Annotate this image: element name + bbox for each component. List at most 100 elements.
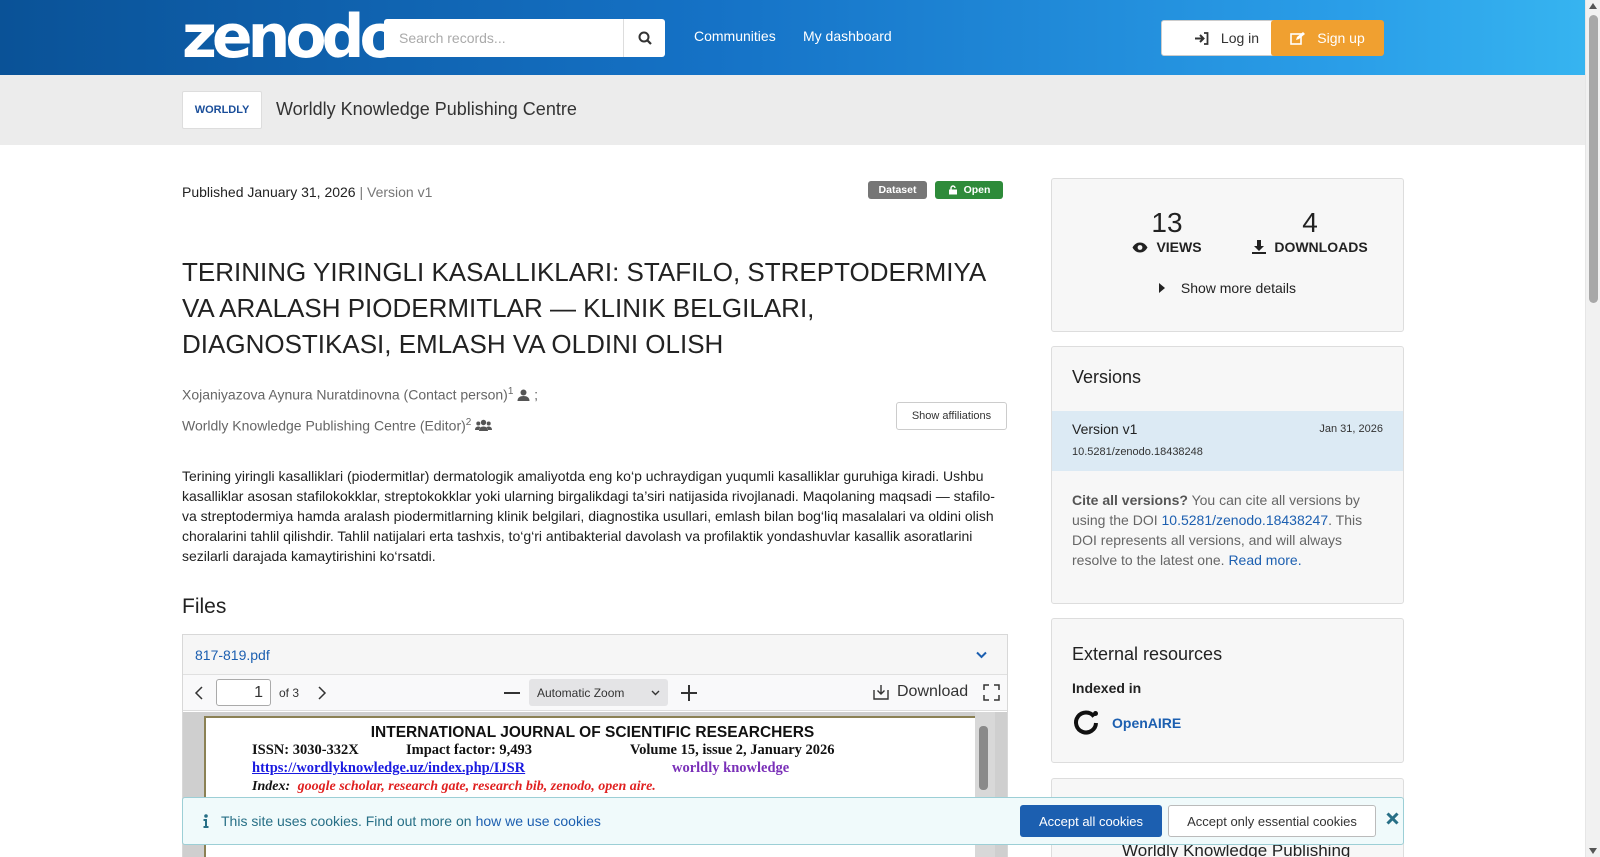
fullscreen-icon[interactable]	[983, 684, 1000, 701]
cite-all-bold: Cite all versions?	[1072, 492, 1188, 508]
indexed-in-label: Indexed in	[1072, 680, 1142, 696]
version-item-doi: 10.5281/zenodo.18438248	[1072, 446, 1203, 458]
stats-card: 13 VIEWS 4 DOWNLOADS Show more details	[1051, 178, 1404, 332]
badge-type-label: Dataset	[878, 184, 917, 196]
login-label: Log in	[1220, 30, 1260, 46]
community-logo[interactable]: WORLDLY	[182, 91, 262, 129]
next-page-icon[interactable]	[317, 686, 327, 700]
access-badge: Open	[935, 181, 1003, 199]
creators-list: Xojaniyazova Aynura Nuratdinovna (Contac…	[182, 378, 538, 439]
signup-button[interactable]: Sign up	[1271, 20, 1384, 56]
file-preview-header[interactable]: 817-819.pdf	[183, 635, 1007, 675]
search-icon	[638, 31, 652, 45]
pdf-index-row: Index: google scholar, research gate, re…	[252, 778, 933, 796]
pdf-brand: worldly knowledge	[672, 760, 790, 776]
cookie-policy-link[interactable]: how we use cookies	[476, 813, 601, 829]
record-abstract: Terining yiringli kasalliklari (piodermi…	[182, 468, 995, 564]
zenodo-logo[interactable]: zenodo	[182, 6, 401, 68]
pdf-url-row: https://wordlyknowledge.uz/index.php/IJS…	[252, 760, 933, 778]
page-number-input[interactable]: 1	[216, 679, 271, 706]
previous-page-icon[interactable]	[194, 686, 204, 700]
creator-affil-ref: 1	[507, 386, 514, 397]
downloads-count: 4	[1302, 207, 1318, 238]
zoom-in-icon[interactable]	[681, 685, 697, 701]
external-resources-card: External resources Indexed in OpenAIRE	[1051, 618, 1404, 763]
pdf-impact: Impact factor: 9,493	[406, 742, 533, 758]
badge-access-label: Open	[963, 184, 991, 196]
record-title: TERINING YIRINGLI KASALLIKLARI: STAFILO,…	[182, 257, 985, 359]
openaire-link[interactable]: OpenAIRE	[1072, 709, 1181, 737]
unlock-icon	[948, 185, 957, 195]
show-affiliations-button[interactable]: Show affiliations	[896, 402, 1007, 430]
views-label-row: VIEWS	[1112, 239, 1222, 255]
scroll-down-arrow[interactable]	[1589, 848, 1597, 854]
creator-name[interactable]: Worldly Knowledge Publishing Centre (Edi…	[182, 417, 466, 433]
nav-communities[interactable]: Communities	[694, 28, 776, 44]
top-navbar: zenodo Communities My dashboard Log in S…	[0, 0, 1585, 75]
pdf-toolbar: 1 of 3 Automatic Zoom Download	[183, 675, 1007, 711]
zoom-out-icon[interactable]	[504, 692, 520, 694]
community-name[interactable]: Worldly Knowledge Publishing Centre	[276, 99, 577, 120]
creator-item: Worldly Knowledge Publishing Centre (Edi…	[182, 409, 538, 440]
scroll-up-arrow[interactable]	[1589, 3, 1597, 9]
views-count: 13	[1151, 207, 1183, 238]
search-button[interactable]	[623, 19, 665, 57]
openaire-label: OpenAIRE	[1112, 715, 1182, 731]
pdf-download-label: Download	[897, 683, 969, 700]
page-scrollbar-thumb[interactable]	[1589, 15, 1598, 303]
creator-name[interactable]: Xojaniyazova Aynura Nuratdinovna (Contac…	[182, 387, 508, 403]
versions-heading: Versions	[1072, 367, 1142, 387]
eye-icon	[1132, 242, 1148, 252]
pdf-journal-title: INTERNATIONAL JOURNAL OF SCIENTIFIC RESE…	[370, 724, 815, 741]
resource-type-badge: Dataset	[868, 181, 927, 199]
caret-right-icon	[1158, 283, 1165, 293]
downloads-label-row: DOWNLOADS	[1240, 239, 1380, 255]
download-icon	[873, 685, 889, 700]
sign-in-icon	[1194, 31, 1209, 45]
version-item-label[interactable]: Version v1	[1072, 421, 1137, 437]
creator-item: Xojaniyazova Aynura Nuratdinovna (Contac…	[182, 378, 538, 409]
views-label: VIEWS	[1156, 239, 1202, 255]
file-name-link[interactable]: 817-819.pdf	[195, 647, 270, 663]
concept-doi-link[interactable]: 10.5281/zenodo.18438247	[1162, 512, 1329, 528]
close-icon[interactable]	[1386, 812, 1399, 825]
show-more-label: Show more details	[1180, 280, 1297, 296]
version-label: | Version v1	[359, 184, 433, 200]
external-resources-heading: External resources	[1072, 644, 1223, 664]
views-stat: 13 VIEWS	[1112, 207, 1222, 255]
version-item-date: Jan 31, 2026	[1319, 423, 1383, 435]
chevron-down-icon	[651, 690, 660, 695]
download-icon	[1252, 240, 1267, 254]
cookie-message: This site uses cookies. Find out more on	[221, 813, 472, 829]
pdf-scrollbar-thumb[interactable]	[979, 726, 988, 790]
info-icon	[203, 814, 209, 828]
nav-my-dashboard[interactable]: My dashboard	[803, 28, 892, 44]
downloads-stat: 4 DOWNLOADS	[1240, 207, 1380, 255]
pdf-url[interactable]: https://wordlyknowledge.uz/index.php/IJS…	[252, 760, 525, 777]
search-input[interactable]	[384, 19, 623, 57]
read-more-link[interactable]: Read more.	[1228, 552, 1301, 568]
versions-card: Versions Version v1 Jan 31, 2026 10.5281…	[1051, 346, 1404, 604]
group-icon	[475, 420, 493, 432]
pdf-index-label: Index:	[252, 779, 291, 794]
creator-affil-ref: 2	[465, 416, 472, 428]
page-count: of 3	[279, 686, 300, 700]
show-more-details[interactable]: Show more details	[1052, 280, 1403, 296]
pdf-index-list: google scholar, research gate, research …	[297, 779, 656, 794]
cookie-banner: This site uses cookies. Find out more on…	[182, 797, 1404, 845]
pdf-download-button[interactable]: Download	[873, 683, 968, 701]
cite-all-versions: Cite all versions? You can cite all vers…	[1072, 490, 1382, 570]
community-logo-text: WORLDLY	[194, 104, 250, 116]
page-scrollbar[interactable]	[1585, 0, 1600, 857]
published-date: January 31, 2026	[247, 184, 356, 200]
zoom-select[interactable]: Automatic Zoom	[529, 679, 668, 706]
version-item-selected[interactable]: Version v1 Jan 31, 2026 10.5281/zenodo.1…	[1052, 411, 1403, 471]
downloads-label: DOWNLOADS	[1274, 239, 1368, 255]
accept-essential-cookies-button[interactable]: Accept only essential cookies	[1168, 805, 1376, 837]
published-label: Published	[182, 184, 244, 200]
openaire-logo-icon	[1074, 710, 1098, 735]
person-icon	[517, 389, 530, 401]
community-header: WORLDLY Worldly Knowledge Publishing Cen…	[0, 75, 1585, 145]
chevron-down-icon[interactable]	[976, 651, 987, 659]
accept-all-cookies-button[interactable]: Accept all cookies	[1020, 805, 1162, 837]
